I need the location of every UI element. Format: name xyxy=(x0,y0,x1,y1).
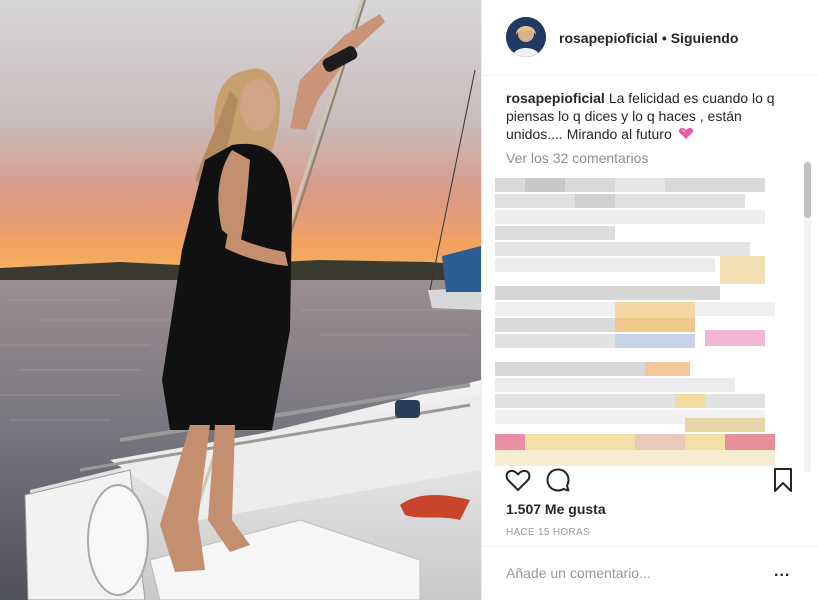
scrollbar-thumb[interactable] xyxy=(804,162,811,218)
caption-username[interactable]: rosapepioficial xyxy=(506,90,605,106)
comment-input[interactable]: Añade un comentario... xyxy=(506,565,651,581)
heart-icon[interactable] xyxy=(504,466,532,494)
blurred-comments xyxy=(495,178,781,466)
comment-icon[interactable] xyxy=(544,466,572,494)
comments-scrollbar[interactable] xyxy=(804,160,811,472)
post-caption: rosapepioficial La felicidad es cuando lo… xyxy=(506,89,786,143)
post-header: rosapepioficial • Siguiendo xyxy=(482,0,818,76)
sunset-sailboat-photo xyxy=(0,0,481,600)
post-actions xyxy=(482,466,818,498)
more-options-icon[interactable]: ... xyxy=(774,564,790,580)
following-button[interactable]: Siguiendo xyxy=(671,30,739,46)
bookmark-icon[interactable] xyxy=(769,466,797,494)
post-photo[interactable] xyxy=(0,0,481,600)
likes-count[interactable]: 1.507 Me gusta xyxy=(506,501,606,517)
post-side-panel: rosapepioficial • Siguiendo rosapepioficia… xyxy=(481,0,818,600)
profile-photo-icon xyxy=(506,17,546,57)
heart-emoji-icon xyxy=(678,128,693,139)
avatar[interactable] xyxy=(506,17,546,57)
post-timestamp[interactable]: HACE 15 HORAS xyxy=(506,527,590,538)
header-text: rosapepioficial • Siguiendo xyxy=(559,29,738,47)
header-separator: • xyxy=(661,30,667,46)
add-comment-bar: Añade un comentario... ... xyxy=(482,546,818,600)
view-all-comments-link[interactable]: Ver los 32 comentarios xyxy=(506,150,648,166)
pixelated-comments-icon xyxy=(495,178,775,466)
header-username[interactable]: rosapepioficial xyxy=(559,30,658,46)
